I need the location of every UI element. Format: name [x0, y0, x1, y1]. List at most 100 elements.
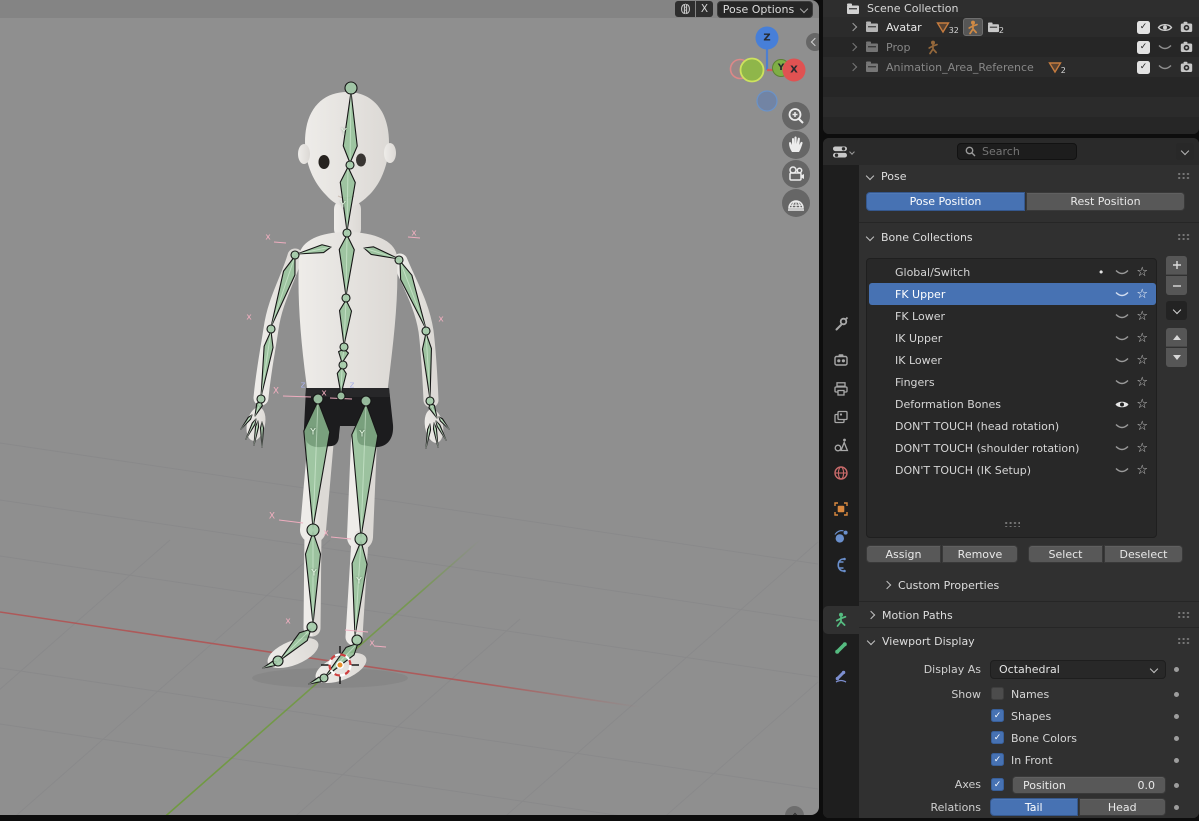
tab-render[interactable] — [823, 346, 859, 374]
eye-closed-icon[interactable] — [1114, 311, 1130, 322]
tab-view-layer[interactable] — [823, 403, 859, 431]
solo-star-icon[interactable]: ☆ — [1136, 442, 1148, 455]
tab-object-data-armature[interactable] — [823, 606, 859, 634]
x-axis-mirror-button[interactable] — [675, 1, 695, 17]
outliner-row-avatar[interactable]: Avatar 32 2 ✓ — [823, 17, 1199, 37]
bone-collection-specials-button[interactable] — [1166, 301, 1187, 320]
eye-closed-icon[interactable] — [1114, 377, 1130, 388]
solo-star-icon[interactable]: ☆ — [1136, 464, 1148, 477]
bone-collection-row[interactable]: Global/Switch • ☆ — [869, 261, 1156, 283]
bone-collection-row[interactable]: IK Upper ☆ — [869, 327, 1156, 349]
pose-position-button[interactable]: Pose Position — [866, 192, 1025, 211]
eye-closed-icon[interactable] — [1157, 62, 1173, 73]
animate-dot[interactable] — [1174, 692, 1179, 697]
animate-dot[interactable] — [1174, 714, 1179, 719]
axes-checkbox[interactable]: ✓ — [991, 778, 1004, 791]
search-box[interactable] — [957, 143, 1077, 160]
eye-open-icon[interactable] — [1114, 399, 1130, 410]
sidebar-collapse-tab[interactable] — [806, 33, 819, 51]
editor-type-button[interactable] — [827, 142, 859, 161]
animate-dot[interactable] — [1174, 736, 1179, 741]
bone-collection-row-selected[interactable]: FK Upper ☆ — [869, 283, 1156, 305]
selectability-checkbox[interactable]: ✓ — [1137, 41, 1150, 54]
panel-drag-dots[interactable] — [1177, 637, 1190, 644]
tab-physics[interactable] — [823, 523, 859, 551]
bone-collection-move-down-button[interactable] — [1166, 348, 1187, 367]
bone-collection-row[interactable]: DON'T TOUCH (head rotation) ☆ — [869, 415, 1156, 437]
solo-star-icon[interactable]: ☆ — [1136, 332, 1148, 345]
panel-drag-dots[interactable] — [1177, 611, 1190, 618]
solo-star-icon[interactable]: ☆ — [1136, 310, 1148, 323]
tab-bone[interactable] — [823, 634, 859, 662]
eye-open-icon[interactable] — [1157, 22, 1173, 33]
panel-drag-dots[interactable] — [1177, 172, 1190, 179]
list-resize-grip[interactable] — [1004, 521, 1020, 527]
animate-dot[interactable] — [1174, 805, 1179, 810]
outliner-row-scene-collection[interactable]: Scene Collection — [823, 0, 1199, 17]
shapes-checkbox[interactable]: ✓ — [991, 709, 1004, 722]
eye-closed-icon[interactable] — [1114, 333, 1130, 344]
animate-dot[interactable] — [1174, 783, 1179, 788]
pose-options-dropdown[interactable]: Pose Options — [717, 1, 813, 18]
solo-star-icon[interactable]: ☆ — [1136, 398, 1148, 411]
bone-collections-panel-header[interactable]: Bone Collections — [867, 227, 973, 247]
expand-chevron-icon[interactable] — [849, 63, 857, 71]
render-visibility-icon[interactable] — [1180, 41, 1193, 53]
solo-star-icon[interactable]: ☆ — [1136, 420, 1148, 433]
selectability-checkbox[interactable]: ✓ — [1137, 61, 1150, 74]
custom-properties-header[interactable]: Custom Properties — [884, 575, 999, 595]
bone-collection-remove-button[interactable] — [1166, 276, 1187, 295]
perspective-toggle-button[interactable] — [782, 189, 810, 217]
bone-collection-row[interactable]: FK Lower ☆ — [869, 305, 1156, 327]
header-menu-button[interactable] — [1176, 143, 1194, 160]
selectability-checkbox[interactable]: ✓ — [1137, 21, 1150, 34]
eye-closed-icon[interactable] — [1114, 355, 1130, 366]
tab-world[interactable] — [823, 459, 859, 487]
solo-star-icon[interactable]: ☆ — [1136, 354, 1148, 367]
render-visibility-icon[interactable] — [1180, 61, 1193, 73]
zoom-button[interactable] — [782, 102, 810, 130]
tab-output[interactable] — [823, 375, 859, 403]
bone-collection-row[interactable]: Deformation Bones ☆ — [869, 393, 1156, 415]
panel-drag-dots[interactable] — [1177, 233, 1190, 240]
pose-panel-header[interactable]: Pose — [867, 166, 906, 186]
motion-paths-header[interactable]: Motion Paths — [868, 605, 953, 625]
deselect-button[interactable]: Deselect — [1104, 545, 1183, 563]
eye-closed-icon[interactable] — [1157, 42, 1173, 53]
rest-position-button[interactable]: Rest Position — [1026, 192, 1185, 211]
remove-button[interactable]: Remove — [942, 545, 1018, 563]
bone-collection-row[interactable]: IK Lower ☆ — [869, 349, 1156, 371]
pan-button[interactable] — [782, 131, 810, 159]
expand-chevron-icon[interactable] — [849, 43, 857, 51]
animate-dot[interactable] — [1174, 667, 1179, 672]
render-visibility-icon[interactable] — [1180, 21, 1193, 33]
camera-view-button[interactable] — [782, 160, 810, 188]
outliner-row-prop[interactable]: Prop ✓ — [823, 37, 1199, 57]
eye-closed-icon[interactable] — [1114, 267, 1130, 278]
tab-bone-constraints[interactable] — [823, 662, 859, 690]
eye-closed-icon[interactable] — [1114, 443, 1130, 454]
active-armature-badge[interactable] — [963, 18, 983, 36]
bone-collection-row[interactable]: Fingers ☆ — [869, 371, 1156, 393]
relations-tail-button[interactable]: Tail — [990, 798, 1078, 816]
tab-tool[interactable] — [823, 310, 859, 338]
viewport-3d[interactable]: YYYYYYxxxxXxXxzzxx X Pose Options Z — [0, 0, 819, 815]
solo-star-icon[interactable]: ☆ — [1136, 376, 1148, 389]
bone-colors-checkbox[interactable]: ✓ — [991, 731, 1004, 744]
in-front-checkbox[interactable]: ✓ — [991, 753, 1004, 766]
bone-collection-row[interactable]: DON'T TOUCH (shoulder rotation) ☆ — [869, 437, 1156, 459]
display-as-dropdown[interactable]: Octahedral — [990, 660, 1166, 679]
tab-scene[interactable] — [823, 431, 859, 459]
search-input[interactable] — [982, 145, 1062, 158]
relations-head-button[interactable]: Head — [1079, 798, 1167, 816]
solo-star-icon[interactable]: ☆ — [1136, 266, 1148, 279]
names-checkbox[interactable] — [991, 687, 1004, 700]
bone-collection-row[interactable]: DON'T TOUCH (IK Setup) ☆ — [869, 459, 1156, 481]
assign-button[interactable]: Assign — [866, 545, 941, 563]
select-button[interactable]: Select — [1028, 545, 1103, 563]
outliner-row-animation-area-reference[interactable]: Animation_Area_Reference 2 ✓ — [823, 57, 1199, 77]
eye-closed-icon[interactable] — [1114, 289, 1130, 300]
bone-collection-move-up-button[interactable] — [1166, 328, 1187, 347]
bone-collection-add-button[interactable] — [1166, 256, 1187, 275]
viewport-display-header[interactable]: Viewport Display — [868, 631, 975, 651]
